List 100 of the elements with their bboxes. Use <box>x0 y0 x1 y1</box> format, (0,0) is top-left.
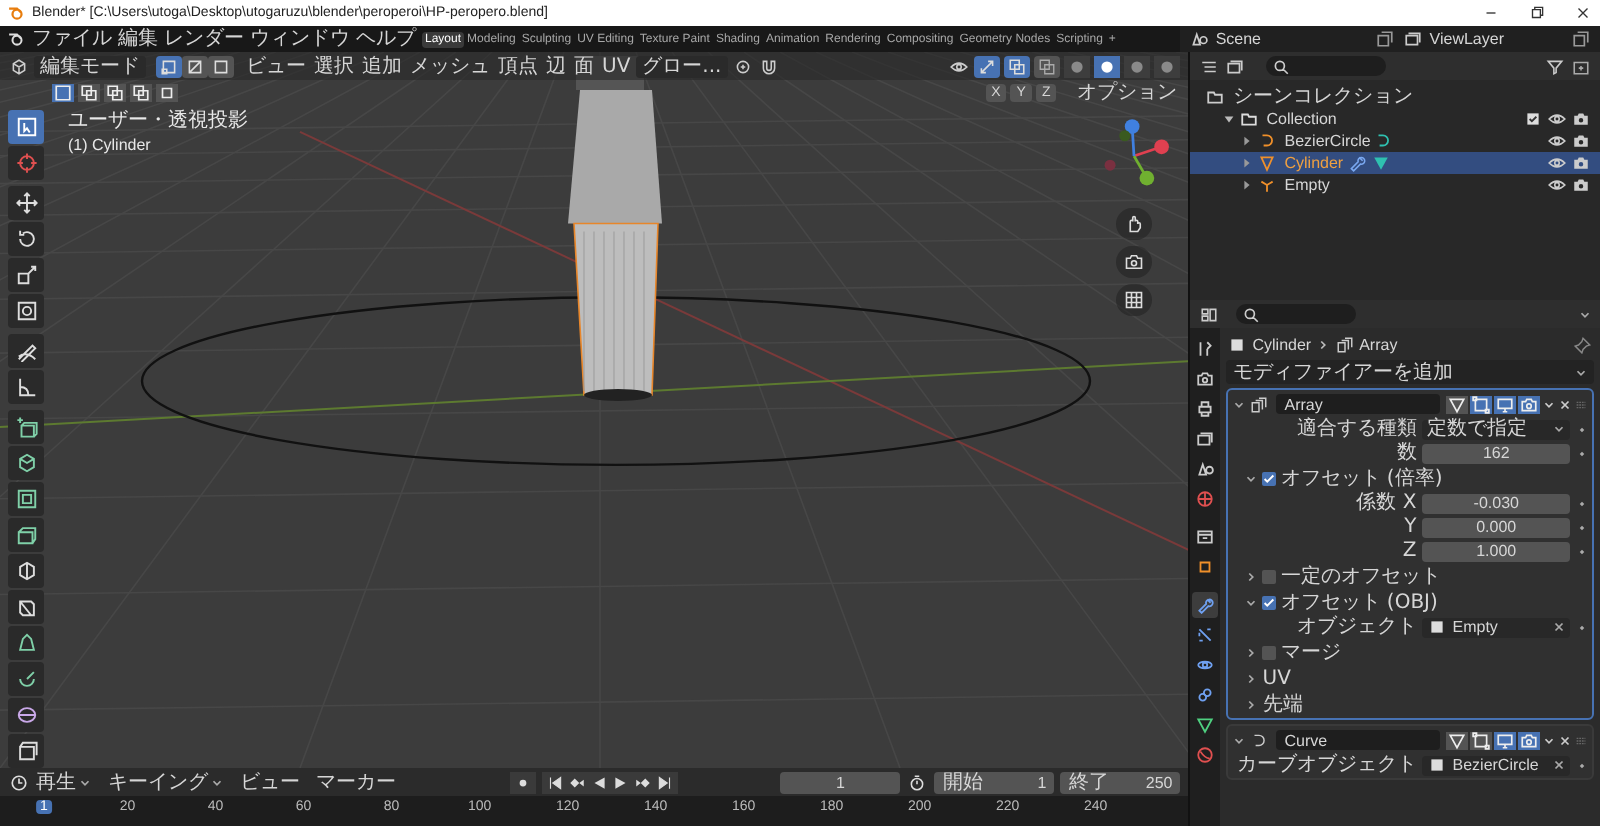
next-keyframe-icon[interactable] <box>633 773 652 791</box>
close-icon[interactable] <box>1574 4 1592 22</box>
tool-button[interactable] <box>8 258 44 292</box>
selection-mode-button[interactable] <box>104 83 126 101</box>
tool-button[interactable] <box>8 222 44 256</box>
start-frame-field[interactable]: 開始 1 <box>934 771 1055 793</box>
pivot-icon[interactable] <box>733 57 752 75</box>
restore-icon[interactable] <box>1528 4 1546 22</box>
modifier-toggle[interactable] <box>1518 731 1540 749</box>
menu-item[interactable]: マーカー <box>316 771 396 793</box>
menu-item[interactable]: 辺 <box>546 55 566 77</box>
selection-mode-button[interactable] <box>78 83 100 101</box>
menu-item[interactable]: ヘルプ <box>356 28 416 50</box>
wireframe-shading-button[interactable] <box>1064 55 1091 77</box>
drag-handle-icon[interactable] <box>1574 397 1588 411</box>
add-modifier-dropdown[interactable]: モディファイアーを追加 <box>1226 360 1594 384</box>
camera-icon[interactable] <box>1572 176 1590 194</box>
end-frame-field[interactable]: 終了 250 <box>1060 771 1181 793</box>
magnet-icon[interactable] <box>759 57 778 75</box>
disclosure-icon[interactable] <box>1244 595 1259 609</box>
material-shading-button[interactable] <box>1124 55 1151 77</box>
options-dropdown[interactable]: オプション <box>1076 81 1177 103</box>
modifier-toggle[interactable] <box>1494 731 1516 749</box>
solid-shading-button[interactable] <box>1094 55 1121 77</box>
orientation-dropdown[interactable]: グロー... <box>636 55 728 77</box>
tool-button[interactable] <box>8 590 44 624</box>
face-select-button[interactable] <box>208 55 234 77</box>
new-collection-icon[interactable] <box>1572 57 1590 75</box>
modifier-toggle[interactable] <box>1518 395 1540 413</box>
modifier-toggle[interactable] <box>1470 395 1492 413</box>
editor-type-icon[interactable] <box>1200 305 1219 323</box>
list-icon[interactable] <box>1200 57 1219 75</box>
camera-icon[interactable] <box>1572 110 1590 128</box>
outliner-row[interactable]: Empty <box>1190 174 1600 196</box>
clear-icon[interactable] <box>1552 620 1566 634</box>
number-field[interactable]: 162 <box>1422 443 1570 463</box>
search-field[interactable] <box>1236 304 1357 324</box>
play-reverse-icon[interactable] <box>589 773 608 791</box>
tool-button[interactable] <box>8 554 44 588</box>
clock-icon[interactable] <box>10 773 28 791</box>
play-icon[interactable] <box>611 773 630 791</box>
menu-item[interactable]: ファイル <box>32 28 112 50</box>
scene-name[interactable]: Scene <box>1215 30 1261 48</box>
number-field[interactable]: 0.000 <box>1422 517 1570 537</box>
disclosure-icon[interactable] <box>1232 397 1247 411</box>
drag-handle-icon[interactable] <box>1574 733 1588 747</box>
previous-keyframe-icon[interactable] <box>567 773 586 791</box>
menu-item[interactable]: メッシュ <box>410 55 490 77</box>
properties-tab[interactable] <box>1192 524 1219 550</box>
outliner-row[interactable]: Collection <box>1190 108 1600 130</box>
caret-icon[interactable] <box>1578 307 1592 321</box>
disclosure-icon[interactable] <box>1222 112 1237 126</box>
modifier-toggle[interactable] <box>1446 395 1468 413</box>
checkbox[interactable] <box>1262 471 1277 485</box>
disclosure-icon[interactable] <box>1244 671 1259 685</box>
checkbox[interactable] <box>1262 569 1277 583</box>
disclosure-icon[interactable] <box>1244 569 1259 583</box>
properties-tab[interactable] <box>1192 712 1219 738</box>
disclosure-icon[interactable] <box>1244 471 1259 485</box>
jump-end-icon[interactable] <box>655 773 674 791</box>
menu-item[interactable]: 面 <box>574 55 594 77</box>
current-frame-field[interactable]: 1 <box>780 771 901 793</box>
caret-icon[interactable] <box>1542 733 1556 747</box>
copy-icon[interactable] <box>1572 30 1590 48</box>
selection-mode-button[interactable] <box>52 83 74 101</box>
edge-select-button[interactable] <box>182 55 208 77</box>
xray-toggle[interactable] <box>1034 55 1061 77</box>
tool-button[interactable] <box>8 698 44 732</box>
menu-item[interactable]: 頂点 <box>498 55 538 77</box>
checkbox[interactable] <box>1262 595 1277 609</box>
tool-button[interactable] <box>8 518 44 552</box>
menu-item[interactable]: ビュー <box>246 55 306 77</box>
object-field[interactable]: BezierCircle <box>1422 755 1570 775</box>
jump-start-icon[interactable] <box>545 773 564 791</box>
disclosure-icon[interactable] <box>1232 733 1247 747</box>
tool-button[interactable] <box>8 186 44 220</box>
menu-item[interactable]: レンダー <box>164 28 244 50</box>
clear-icon[interactable] <box>1552 758 1566 772</box>
tool-button[interactable] <box>8 294 44 328</box>
tool-button[interactable] <box>8 410 44 444</box>
properties-tab[interactable] <box>1192 426 1219 452</box>
number-field[interactable]: -0.030 <box>1422 493 1570 513</box>
camera-view-button[interactable] <box>1116 246 1153 278</box>
tool-button[interactable] <box>8 734 44 768</box>
camera-icon[interactable] <box>1572 154 1590 172</box>
projection-button[interactable] <box>1116 284 1153 316</box>
outliner-row[interactable]: シーンコレクション <box>1190 86 1600 108</box>
tool-button[interactable] <box>8 482 44 516</box>
blender-logo-icon[interactable] <box>8 30 26 48</box>
overlay-toggle[interactable] <box>1004 55 1031 77</box>
selection-mode-button[interactable] <box>156 83 178 101</box>
modifier-toggle[interactable] <box>1446 731 1468 749</box>
eye-icon[interactable] <box>1548 176 1566 194</box>
eye-icon[interactable] <box>1548 110 1566 128</box>
eye-icon[interactable] <box>1548 132 1566 150</box>
tool-button[interactable] <box>8 334 44 368</box>
checkbox[interactable] <box>1262 645 1277 659</box>
outliner-row[interactable]: BezierCircle <box>1190 130 1600 152</box>
image-stack-icon[interactable] <box>1226 57 1245 75</box>
scene-icon[interactable] <box>1189 30 1208 48</box>
